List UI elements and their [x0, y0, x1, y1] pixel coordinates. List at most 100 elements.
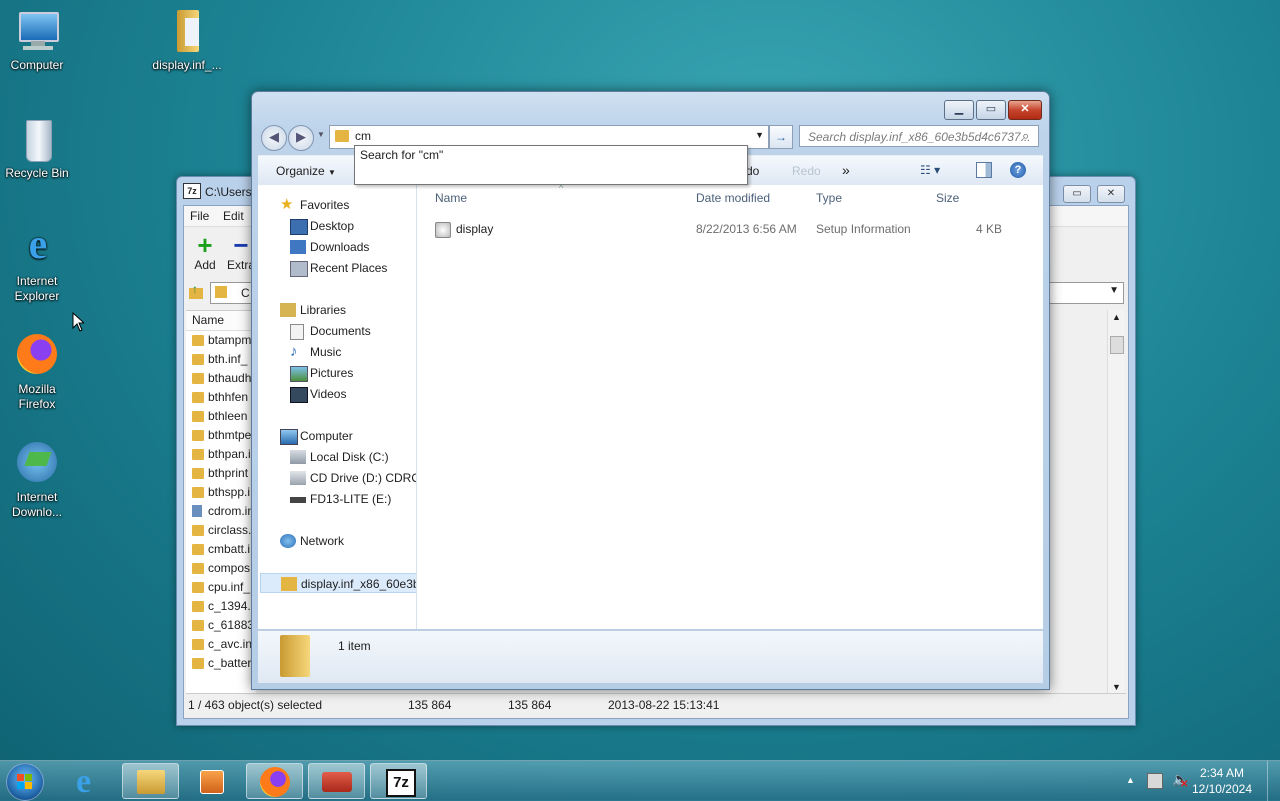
nav-documents[interactable]: Documents — [290, 321, 371, 341]
search-input[interactable]: Search display.inf_x86_60e3b5d4c6737... — [799, 125, 1039, 147]
network-icon — [280, 534, 296, 548]
file-size: 4 KB — [975, 222, 1002, 236]
column-size[interactable]: Size — [936, 185, 959, 211]
list-item[interactable]: circlass.i — [186, 521, 256, 540]
undo-button[interactable]: do — [746, 164, 759, 178]
list-item[interactable]: cpu.inf_ — [186, 578, 256, 597]
start-button[interactable] — [6, 763, 44, 801]
nav-pictures[interactable]: Pictures — [290, 363, 353, 383]
list-item[interactable]: cdrom.in — [186, 502, 256, 521]
file-row[interactable]: display 8/22/2013 6:56 AM Setup Informat… — [417, 219, 1037, 239]
folder-icon — [192, 544, 204, 555]
list-item[interactable]: bthleen — [186, 407, 256, 426]
help-icon[interactable]: ? — [1010, 162, 1026, 178]
list-item[interactable]: c_1394.i — [186, 597, 256, 616]
nav-music[interactable]: ♪ Music — [290, 342, 341, 362]
list-item[interactable]: bthaudh — [186, 369, 256, 388]
download-manager-icon — [13, 440, 61, 488]
internet-explorer-icon: e — [76, 763, 92, 800]
redo-button[interactable]: Redo — [792, 164, 821, 178]
taskbar-internet-explorer[interactable]: e — [62, 763, 119, 800]
add-button[interactable]: + Add — [188, 232, 222, 276]
file-icon — [192, 505, 202, 517]
list-item[interactable]: cmbatt.i — [186, 540, 256, 559]
forward-button[interactable]: ▶ — [288, 125, 314, 151]
list-item[interactable]: c_avc.in — [186, 635, 256, 654]
list-item[interactable]: bthhfen — [186, 388, 256, 407]
minimize-button[interactable]: ▁ — [944, 100, 974, 120]
list-item[interactable]: btampm — [186, 331, 256, 350]
taskbar-explorer[interactable] — [122, 763, 179, 799]
list-item[interactable]: c_61883. — [186, 616, 256, 635]
menu-file[interactable]: File — [190, 209, 209, 223]
taskbar-media-player[interactable] — [184, 763, 241, 799]
desktop-icon-display-inf[interactable]: display.inf_... — [150, 8, 224, 73]
desktop-icon-recycle-bin[interactable]: Recycle Bin — [0, 116, 74, 181]
nav-favorites[interactable]: ★ Favorites — [280, 195, 349, 215]
taskbar-toolbox[interactable] — [308, 763, 365, 799]
list-item[interactable]: c_batter — [186, 654, 256, 673]
go-arrow-icon[interactable]: → — [769, 125, 793, 149]
recent-pages-chevron-icon[interactable]: ▼ — [317, 130, 325, 139]
nav-computer[interactable]: Computer — [280, 426, 353, 446]
file-date: 8/22/2013 6:56 AM — [696, 222, 797, 236]
sevenzip-column-name[interactable]: Name — [186, 311, 256, 331]
list-item-label: c_batter — [208, 656, 252, 670]
cd-drive-icon — [290, 471, 306, 485]
list-item[interactable]: bthmtpe — [186, 426, 256, 445]
nav-videos[interactable]: Videos — [290, 384, 346, 404]
desktop-icon-internet-download[interactable]: Internet Downlo... — [0, 440, 74, 520]
sevenzip-scrollbar[interactable]: ▲ ▼ — [1107, 310, 1124, 694]
column-name[interactable]: Name — [435, 185, 467, 211]
nav-desktop[interactable]: Desktop — [290, 216, 354, 236]
status-packed-size: 135 864 — [508, 698, 552, 712]
nav-local-disk[interactable]: Local Disk (C:) — [290, 447, 389, 467]
menu-edit[interactable]: Edit — [223, 209, 244, 223]
desktop-icon-internet-explorer[interactable]: e Internet Explorer — [0, 224, 74, 304]
list-item[interactable]: bthprint — [186, 464, 256, 483]
list-item-label: c_avc.in — [208, 637, 253, 651]
list-item[interactable]: bth.inf_ — [186, 350, 256, 369]
folder-icon — [192, 373, 204, 384]
nav-downloads[interactable]: Downloads — [290, 237, 369, 257]
more-commands-button[interactable]: » — [842, 162, 850, 178]
nav-libraries[interactable]: Libraries — [280, 300, 346, 320]
maximize-button[interactable]: ▭ — [1063, 185, 1091, 203]
nav-current-folder[interactable]: display.inf_x86_60e3b5 — [260, 573, 416, 593]
hard-drive-icon — [290, 450, 306, 464]
autocomplete-search-item[interactable]: Search for "cm" — [360, 148, 443, 162]
list-item[interactable]: compos — [186, 559, 256, 578]
column-date-modified[interactable]: Date modified — [696, 185, 770, 211]
nav-cd-drive[interactable]: CD Drive (D:) CDROM — [290, 468, 416, 488]
chevron-down-icon[interactable]: ▼ — [755, 130, 764, 140]
nav-network[interactable]: Network — [280, 531, 344, 551]
folder-icon — [192, 354, 204, 365]
show-hidden-icons-icon[interactable]: ▲ — [1126, 775, 1135, 785]
preview-pane-icon[interactable] — [976, 162, 992, 178]
close-button[interactable]: ✕ — [1097, 185, 1125, 203]
organize-button[interactable]: Organize ▼ — [276, 164, 336, 178]
show-desktop-button[interactable] — [1267, 761, 1280, 801]
list-item[interactable]: bthpan.i — [186, 445, 256, 464]
taskbar-7zip[interactable]: 7z — [370, 763, 427, 799]
back-button[interactable]: ◀ — [261, 125, 287, 151]
address-input[interactable]: cm — [355, 129, 371, 143]
folder-icon — [192, 335, 204, 346]
system-clock[interactable]: 2:34 AM 12/10/2024 — [1192, 765, 1252, 797]
file-name: display — [456, 222, 494, 236]
taskbar-firefox[interactable] — [246, 763, 303, 799]
close-button[interactable]: ✕ — [1008, 100, 1042, 120]
action-center-icon[interactable] — [1147, 773, 1163, 789]
nav-recent-places[interactable]: Recent Places — [290, 258, 387, 278]
maximize-button[interactable]: ▭ — [976, 100, 1006, 120]
downloads-icon — [290, 240, 306, 254]
change-view-icon[interactable]: ☷ ▾ — [920, 163, 940, 177]
desktop-icon-firefox[interactable]: Mozilla Firefox — [0, 332, 74, 412]
chevron-down-icon[interactable]: ▼ — [1109, 285, 1119, 296]
up-folder-icon[interactable]: ↑ — [186, 282, 206, 302]
nav-fd13[interactable]: FD13-LITE (E:) — [290, 489, 391, 509]
address-autocomplete[interactable]: Search for "cm" — [354, 145, 748, 185]
list-item[interactable]: bthspp.i — [186, 483, 256, 502]
column-type[interactable]: Type — [816, 185, 842, 211]
desktop-icon-computer[interactable]: Computer — [0, 8, 74, 73]
